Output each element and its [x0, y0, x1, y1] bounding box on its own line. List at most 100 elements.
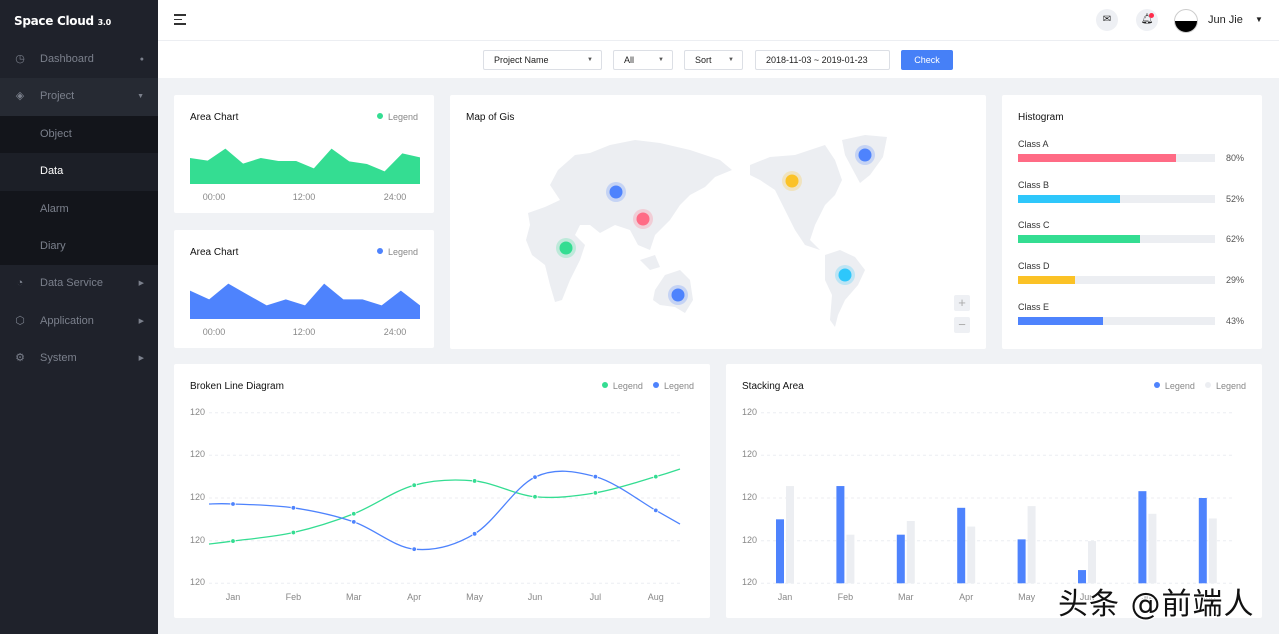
brand-logo: Space Cloud 3.0 [0, 0, 158, 41]
project-select[interactable]: Project Name ▼ [483, 50, 602, 70]
data-point[interactable] [290, 505, 297, 511]
data-point[interactable] [290, 529, 297, 536]
gear-icon: ⚙ [15, 352, 25, 365]
data-point[interactable] [471, 478, 478, 484]
caret-down-icon: ▼ [658, 57, 664, 63]
data-point[interactable] [230, 501, 236, 507]
map-marker[interactable] [835, 265, 855, 285]
data-point[interactable] [230, 538, 236, 544]
bar-fill [1018, 235, 1141, 244]
bell-icon[interactable]: 🔔︎ [1136, 9, 1158, 31]
map-marker[interactable] [855, 145, 875, 165]
data-point[interactable] [532, 474, 538, 480]
map-marker[interactable] [606, 182, 626, 202]
bar-track [1018, 154, 1215, 162]
bar[interactable] [1148, 513, 1157, 584]
map-marker[interactable] [782, 171, 802, 191]
map-marker[interactable] [556, 238, 576, 258]
bar[interactable] [836, 486, 845, 584]
caret-right-icon: ▶ [138, 280, 144, 288]
data-point[interactable] [592, 473, 599, 480]
caret-right-icon: ▶ [138, 317, 144, 325]
area-chart-card-1: Area Chart Legend 00:00 12:00 24:00 [174, 95, 434, 213]
y-tick: 120 [742, 577, 758, 588]
bar[interactable] [776, 519, 784, 584]
sidebar-item-diary[interactable]: Diary [0, 227, 158, 266]
bar[interactable] [1088, 541, 1096, 584]
map-marker[interactable] [633, 209, 653, 229]
bar[interactable] [786, 486, 794, 584]
x-tick: 24:00 [383, 327, 407, 337]
line-chart-card: Broken Line Diagram Legend Legend 120 120… [174, 364, 710, 618]
sidebar-item-alarm[interactable]: Alarm [0, 190, 158, 228]
user-name[interactable]: Jun Jie [1208, 14, 1243, 26]
watermark: 头条 @前端人 [1058, 587, 1255, 622]
map-marker[interactable] [668, 285, 688, 305]
sidebar-item-label: Project [40, 90, 75, 103]
y-tick: 120 [190, 534, 206, 545]
data-point[interactable] [653, 507, 659, 514]
bar[interactable] [906, 521, 915, 584]
data-point[interactable] [411, 482, 417, 488]
percent-label: 43% [1226, 315, 1245, 326]
avatar[interactable] [1174, 9, 1198, 33]
sidebar-item-system[interactable]: ⚙ System ▶ [0, 340, 158, 377]
histogram-row: Class D 29% [1018, 261, 1248, 285]
status-select[interactable]: All ▼ [613, 50, 673, 70]
x-tick: Apr [959, 592, 974, 602]
data-point[interactable] [653, 473, 659, 480]
bar[interactable] [1198, 498, 1207, 584]
data-point[interactable] [351, 519, 357, 525]
bar[interactable] [1138, 491, 1147, 584]
sort-select[interactable]: Sort ▼ [684, 50, 743, 70]
check-button[interactable]: Check [901, 50, 953, 70]
percent-label: 62% [1226, 234, 1245, 245]
y-tick: 120 [190, 406, 206, 417]
bar-fill [1018, 154, 1176, 162]
x-tick: Feb [837, 592, 854, 602]
bar[interactable] [1017, 539, 1026, 584]
sidebar-item-application[interactable]: ⬡ Application ▶ [0, 303, 158, 340]
sidebar-item-data[interactable]: Data [0, 153, 158, 191]
caret-down-icon: ▼ [587, 57, 593, 63]
sidebar-item-dashboard[interactable]: ◷ Dashboard ● [0, 41, 158, 78]
caret-down-icon[interactable]: ▼ [1255, 15, 1263, 24]
x-tick: Mar [346, 592, 362, 602]
class-label: Class D [1018, 261, 1050, 272]
filter-bar: Project Name ▼ All ▼ Sort ▼ 2018-11-03 ~ 20… [158, 41, 1279, 78]
data-point[interactable] [411, 546, 417, 552]
data-point[interactable] [592, 490, 599, 496]
menu-icon[interactable] [174, 14, 186, 28]
mail-icon[interactable]: ✉ [1096, 9, 1118, 31]
zoom-out-button[interactable]: − [954, 317, 970, 333]
bar[interactable] [967, 526, 976, 584]
data-point[interactable] [532, 494, 538, 500]
sidebar-item-object[interactable]: Object [0, 115, 158, 154]
select-value: Project Name [494, 55, 549, 65]
x-tick: Aug [647, 592, 664, 602]
bar[interactable] [1208, 518, 1217, 584]
class-label: Class A [1018, 139, 1049, 149]
data-point[interactable] [471, 531, 478, 537]
caret-down-icon: ▼ [137, 93, 144, 101]
sidebar-item-label: System [40, 352, 77, 365]
x-tick: May [466, 592, 484, 602]
area-chart-card-2: Area Chart Legend 00:00 12:00 24:00 [174, 230, 434, 348]
histogram-row: Class C 62% [1018, 220, 1248, 244]
percent-label: 80% [1226, 153, 1245, 163]
bar-track [1018, 194, 1215, 203]
sidebar-item-project[interactable]: ◈ Project ▼ [0, 78, 158, 116]
world-map[interactable] [450, 95, 986, 349]
bar[interactable] [846, 534, 855, 584]
class-label: Class E [1018, 301, 1050, 312]
date-range-input[interactable]: 2018-11-03 ~ 2019-01-23 [755, 50, 890, 70]
data-point[interactable] [351, 511, 357, 517]
sidebar-item-label: Alarm [40, 202, 69, 215]
y-tick: 120 [190, 577, 206, 588]
bar[interactable] [896, 534, 905, 584]
bar[interactable] [1027, 506, 1036, 584]
x-tick: 00:00 [202, 327, 226, 337]
sidebar-item-data-service[interactable]: ◔ Data Service ▶ [0, 265, 158, 302]
zoom-in-button[interactable]: + [954, 295, 970, 311]
bar[interactable] [957, 507, 966, 584]
